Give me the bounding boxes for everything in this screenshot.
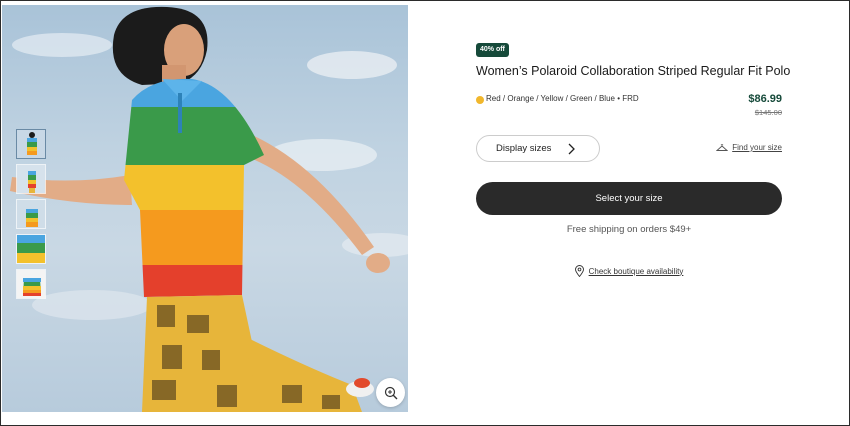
zoom-in-icon — [384, 386, 397, 399]
original-price: $145.00 — [754, 108, 782, 117]
shipping-note: Free shipping on orders $49+ — [566, 224, 692, 235]
thumbnail-list — [16, 129, 46, 304]
select-size-label: Select your size — [595, 193, 663, 204]
display-sizes-label: Display sizes — [496, 143, 552, 154]
discount-badge: 40% off — [476, 43, 509, 57]
thumbnail[interactable] — [16, 164, 46, 194]
thumbnail[interactable] — [16, 129, 46, 159]
color-price-row: Red / Orange / Yellow / Green / Blue • F… — [476, 93, 782, 119]
find-your-size-link[interactable]: Find your size — [716, 143, 782, 152]
product-info: 40% off Women’s Polaroid Collaboration S… — [476, 38, 791, 277]
thumbnail[interactable] — [16, 269, 46, 299]
color-swatch[interactable] — [476, 96, 484, 104]
display-sizes-button[interactable]: Display sizes — [476, 135, 600, 162]
color-label: Red / Orange / Yellow / Green / Blue • F… — [486, 94, 639, 103]
thumbnail[interactable] — [16, 234, 46, 264]
select-size-button[interactable]: Select your size — [476, 182, 782, 215]
sizes-row: Display sizes Find your size — [476, 135, 782, 163]
zoom-button[interactable] — [376, 378, 405, 407]
location-pin-icon — [574, 265, 584, 277]
product-title: Women’s Polaroid Collaboration Striped R… — [476, 64, 791, 78]
check-boutique-link[interactable]: Check boutique availability — [476, 265, 782, 277]
find-your-size-label: Find your size — [732, 143, 782, 152]
check-boutique-label: Check boutique availability — [588, 266, 684, 276]
product-main-image — [10, 6, 408, 412]
chevron-right-icon — [568, 143, 575, 155]
hanger-icon — [716, 143, 729, 151]
thumbnail[interactable] — [16, 199, 46, 229]
sale-price: $86.99 — [748, 93, 782, 105]
product-gallery — [2, 5, 408, 412]
